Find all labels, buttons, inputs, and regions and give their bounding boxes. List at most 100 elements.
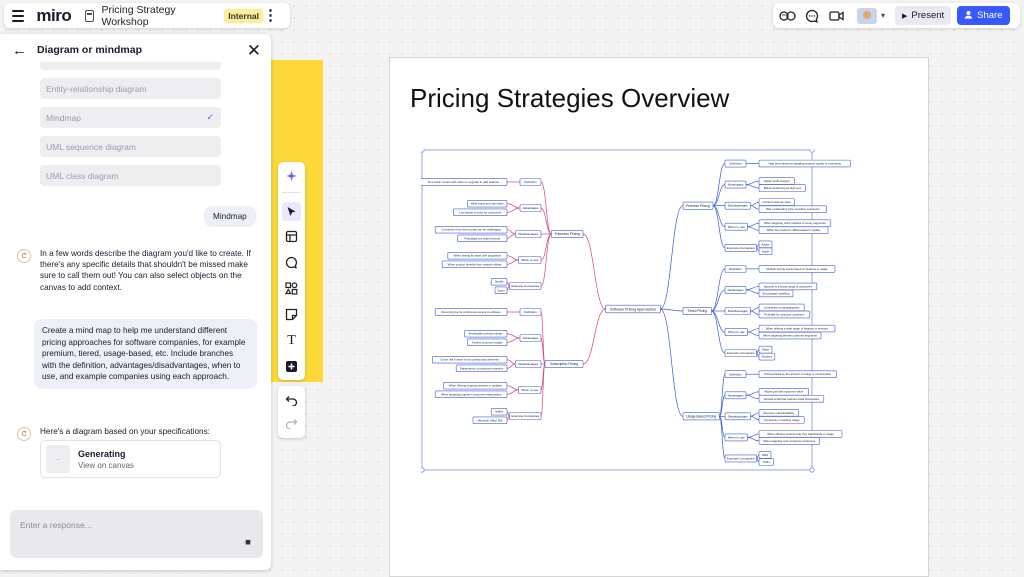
board-icon [85,9,95,22]
leaf-node-label: Adobe [761,242,770,246]
category-link [712,163,726,207]
generating-title: Generating [78,448,126,459]
share-button[interactable]: Share [957,6,1010,25]
leaf-link [506,337,521,343]
add-more-icon[interactable] [282,357,301,376]
leaf-node-label: When aiming for rapid user acquisition [454,254,502,258]
back-arrow-icon[interactable]: ← [12,42,27,59]
category-link [711,310,726,333]
branch-link [582,233,606,310]
redo-icon[interactable] [282,414,301,433]
category-link [711,268,726,312]
option-mindmap[interactable]: Mindmap ✓ [40,107,221,128]
generating-card[interactable]: · Generating View on canvas [40,440,221,478]
text-tool-icon[interactable]: T [282,331,301,350]
category-node-label: Definition [524,310,537,314]
option-uml-class[interactable]: UML class diagram [40,165,221,186]
leaf-link [750,412,760,417]
view-on-canvas-link[interactable]: View on canvas [78,461,134,470]
leaf-node-label: Dependency on customer retention [460,366,504,370]
option-label: UML class diagram [46,170,119,181]
category-node-label: When to use [728,435,745,439]
leaf-link [506,233,516,239]
leaf-node-label: When offering ongoing services or update… [449,384,503,388]
selection-handle [809,149,815,153]
branch-node-label: Premium Pricing [686,204,710,208]
chevron-down-icon[interactable]: ▾ [881,11,885,20]
option-item-cut-off[interactable] [40,62,221,70]
category-node-label: When to use [728,330,745,334]
option-uml-sequence[interactable]: UML sequence diagram [40,136,221,157]
leaf-link [506,359,516,365]
leaf-link [506,281,510,287]
branch-node-label: Freemium Pricing [555,232,580,236]
undo-icon[interactable] [282,391,301,410]
present-button[interactable]: ▶ Present [895,6,952,25]
leaf-link [756,458,760,463]
category-node-label: Example Companies [511,284,539,288]
category-link [540,207,552,235]
board-title[interactable]: Pricing Strategy Workshop [101,4,214,28]
user-avatar[interactable] [857,7,877,24]
leaf-link [745,289,760,294]
reactions-icon[interactable] [779,7,797,25]
sticky-note-icon[interactable] [282,305,301,324]
select-tool-icon[interactable] [282,202,301,221]
branch-node-label: Subscription Pricing [550,362,578,366]
leaf-node-label: When targeting cost-conscious customers [763,439,816,443]
comments-icon[interactable] [803,7,821,25]
leaf-link [756,454,760,459]
leaf-node-label: Twilio [763,460,770,464]
leaf-link [756,352,760,357]
branch-link [659,205,684,310]
video-call-icon[interactable] [827,7,845,25]
category-node-label: Advantages [523,336,539,340]
leaf-link [745,286,760,291]
mindmap-diagram[interactable]: Software Pricing Approaches Freemium Pric… [421,149,906,529]
leaf-link [506,333,521,339]
stop-generating-icon[interactable]: ·◼ [243,538,251,546]
response-input-box[interactable]: ·◼ [10,510,263,558]
leaf-node-label: Complexity in managing tiers [764,305,801,309]
history-toolbar [278,386,305,438]
leaf-node-label: Revenue unpredictability [763,411,794,415]
category-node-label: Definition [729,372,742,376]
leaf-node-label: Appeals to a broad range of customers [764,284,813,288]
miro-logo[interactable]: miro [36,6,71,26]
ai-sparkle-icon[interactable] [282,167,301,186]
close-icon[interactable]: ✕ [247,42,261,59]
comment-tool-icon[interactable] [282,253,301,272]
leaf-link [506,207,521,213]
leaf-link [506,415,510,421]
branch-node-label: Tiered Pricing [687,309,707,313]
creation-toolbar: T [278,162,305,380]
more-options-icon[interactable]: ⋮ [263,8,278,23]
category-link [719,373,726,417]
templates-icon[interactable] [282,227,301,246]
present-label: Present [911,10,945,21]
diagram-thumbnail: · [46,445,70,473]
leaf-link [745,394,760,400]
canvas-frame[interactable]: Pricing Strategies Overview Software Pri… [389,57,929,577]
selection-handle [809,467,815,473]
leaf-node-label: Brand positioning as high end [764,186,801,190]
category-node-label: Example Companies [727,246,755,250]
shapes-icon[interactable] [282,279,301,298]
selection-handle [421,467,425,473]
option-entity-relationship[interactable]: Entity-relationship diagram [40,78,221,99]
category-link [540,311,546,365]
leaf-link [506,259,519,265]
leaf-link [506,389,519,395]
category-node-label: Advantages [728,183,744,187]
category-link [540,233,552,261]
hamburger-menu-icon[interactable] [10,7,26,25]
ai-assistant-icon: ᕦ [17,427,31,441]
leaf-link [747,222,760,228]
category-link [719,415,726,459]
leaf-node-label: Encourages upselling [763,291,790,295]
leaf-node-label: Complexity in tracking usage [764,418,800,422]
classification-badge[interactable]: Internal [224,8,263,23]
category-node-label: Advantages [728,288,744,292]
branch-link [659,308,684,417]
response-input[interactable] [20,520,240,530]
